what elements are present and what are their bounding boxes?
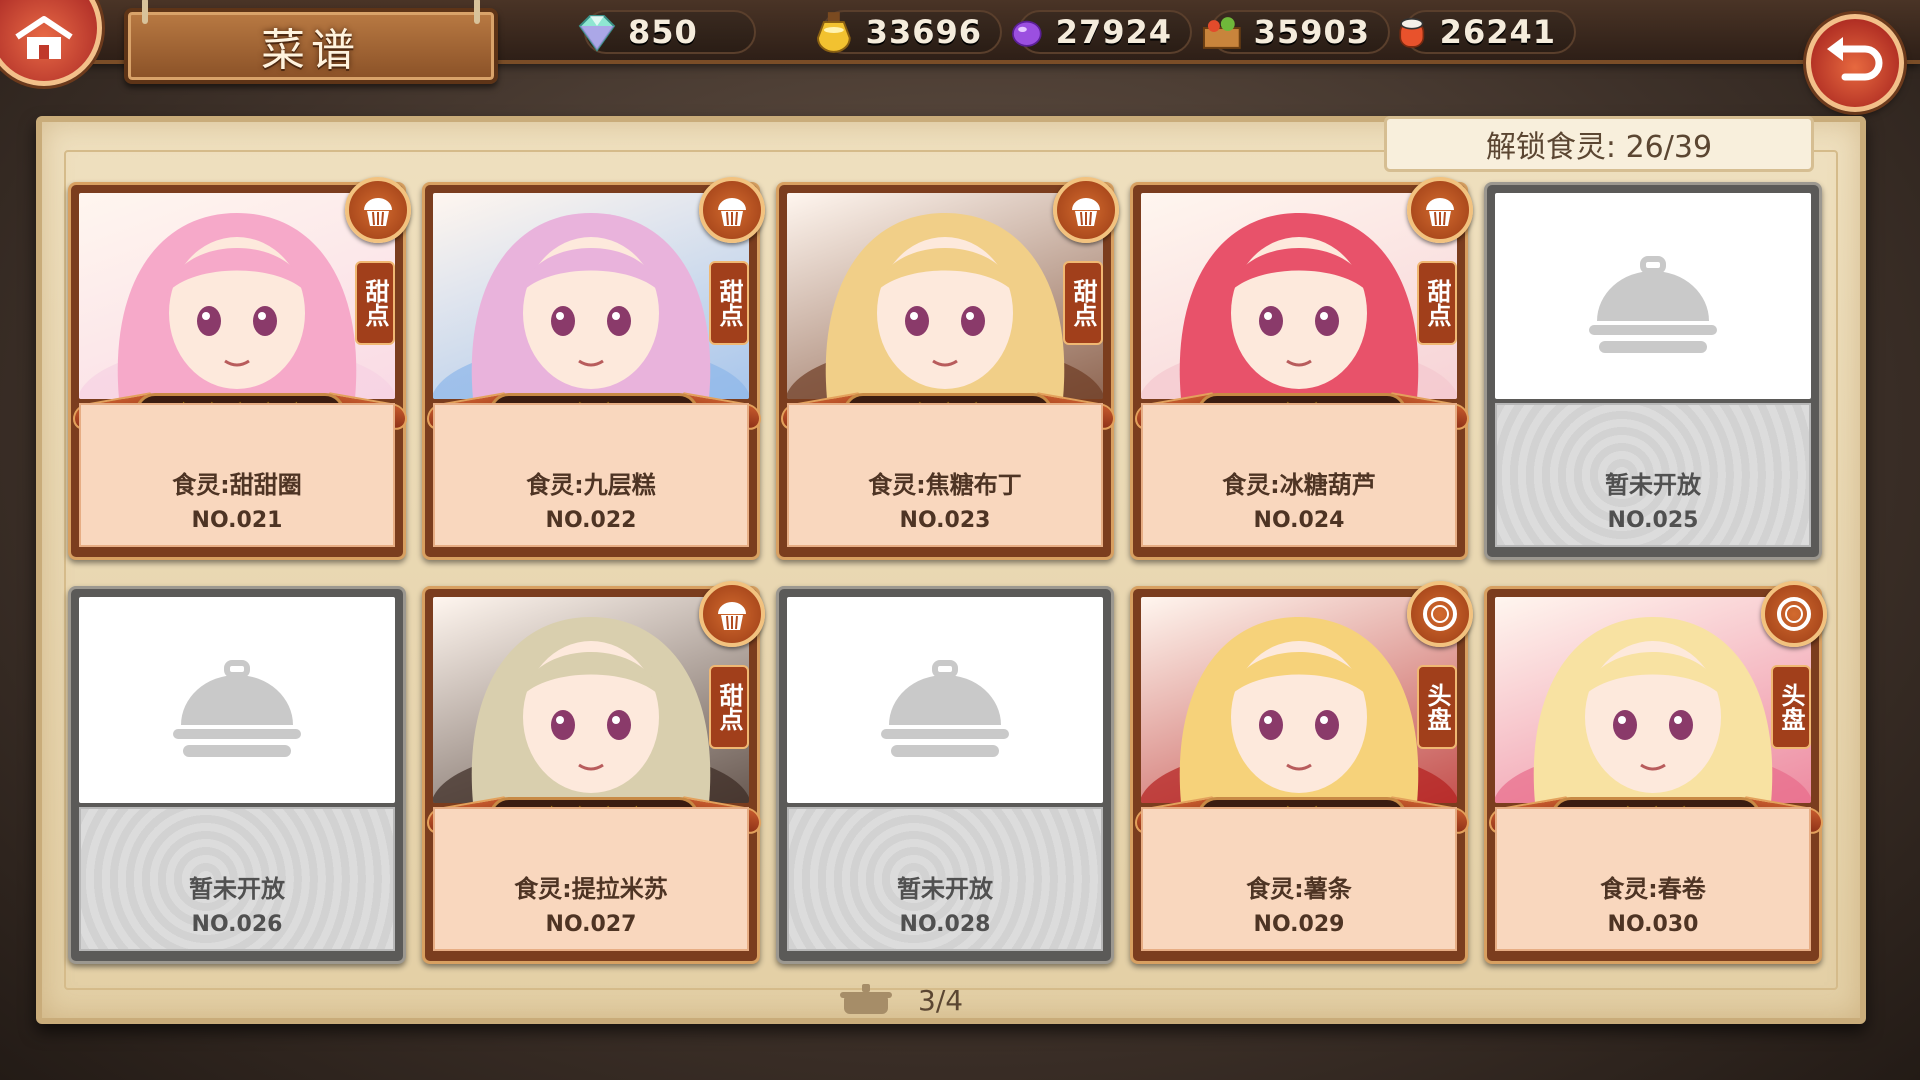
card-info: 食灵:九层糕 NO.022: [433, 403, 749, 547]
locked-portrait: [787, 597, 1103, 803]
card-number: NO.029: [1253, 912, 1345, 937]
category-tag: 甜点: [1417, 261, 1457, 345]
plate-icon: [1761, 581, 1827, 647]
rope-left: [142, 0, 148, 24]
cloche-icon: [881, 660, 1009, 757]
category-label: 头盘: [1777, 683, 1805, 731]
card-info: 暂未开放 NO.026: [79, 807, 395, 951]
card-number: NO.023: [899, 508, 991, 533]
card-info: 食灵:提拉米苏 NO.027: [433, 807, 749, 951]
cupcake-icon: [1053, 177, 1119, 243]
card-info: 食灵:冰糖葫芦 NO.024: [1141, 403, 1457, 547]
category-label: 甜点: [361, 279, 389, 327]
cupcake-icon: [699, 177, 765, 243]
cloche-icon: [173, 660, 301, 757]
category-tag: 甜点: [355, 261, 395, 345]
card-number: NO.021: [191, 508, 283, 533]
potion-bottle-icon: [816, 12, 851, 53]
recipe-card[interactable]: ★★★★甜点食灵:提拉米苏NO.027: [422, 581, 765, 964]
sushi-count: 26241: [1439, 13, 1556, 51]
card-name: 暂未开放: [897, 875, 993, 903]
home-icon: [15, 16, 73, 59]
category-label: 甜点: [715, 683, 743, 731]
unlock-counter-label: 解锁食灵: 26/39: [1485, 130, 1713, 165]
back-button[interactable]: [1806, 14, 1904, 112]
card-number: NO.030: [1607, 912, 1699, 937]
card-info: 食灵:薯条 NO.029: [1141, 807, 1457, 951]
recipe-card-grid: ★★★★★甜点食灵:甜甜圈NO.021★★甜点食灵:九层糕NO.022★★★甜点…: [68, 177, 1827, 964]
card-name: 暂未开放: [1605, 471, 1701, 499]
category-label: 甜点: [715, 279, 743, 327]
cloche-icon: [1589, 256, 1717, 353]
page-number: 3/4: [918, 983, 964, 1017]
recipe-card[interactable]: ★★甜点食灵:九层糕NO.022: [422, 177, 765, 560]
category-tag: 头盘: [1417, 665, 1457, 749]
potion-count: 33696: [865, 13, 982, 51]
diamond-icon: [578, 15, 616, 52]
cupcake-icon: [699, 581, 765, 647]
category-label: 甜点: [1423, 279, 1451, 327]
category-tag: 甜点: [1063, 261, 1103, 345]
card-name: 食灵:春卷: [1600, 875, 1706, 903]
card-info: 食灵:春卷 NO.030: [1495, 807, 1811, 951]
back-arrow-icon: [1827, 37, 1883, 81]
card-name: 食灵:甜甜圈: [172, 471, 302, 499]
page-title-plaque: 菜谱: [124, 0, 498, 84]
card-number: NO.025: [1607, 508, 1699, 533]
crate-count: 35903: [1253, 13, 1370, 51]
plate-icon: [1407, 581, 1473, 647]
card-name: 食灵:焦糖布丁: [868, 471, 1022, 499]
recipe-card[interactable]: 暂未开放 NO.028: [776, 586, 1114, 964]
recipe-card[interactable]: ★★★★★甜点食灵:甜甜圈NO.021: [68, 177, 411, 560]
card-info: 食灵:焦糖布丁 NO.023: [787, 403, 1103, 547]
cupcake-icon: [1407, 177, 1473, 243]
currency-diamond: 850: [578, 10, 756, 54]
rope-right: [474, 0, 480, 24]
card-number: NO.024: [1253, 508, 1345, 533]
card-info: 暂未开放 NO.025: [1495, 403, 1811, 547]
category-tag: 头盘: [1771, 665, 1811, 749]
card-number: NO.026: [191, 912, 283, 937]
gem-count: 27924: [1055, 13, 1172, 51]
card-name: 食灵:薯条: [1246, 875, 1352, 903]
diamond-count: 850: [628, 13, 698, 51]
card-name: 食灵:冰糖葫芦: [1222, 471, 1376, 499]
category-label: 头盘: [1423, 683, 1451, 731]
currency-crate: 35903: [1202, 10, 1390, 54]
currency-gem: 27924: [1012, 10, 1192, 54]
card-name: 暂未开放: [189, 875, 285, 903]
card-info: 暂未开放 NO.028: [787, 807, 1103, 951]
locked-portrait: [79, 597, 395, 803]
recipe-card[interactable]: ★★★头盘食灵:春卷NO.030: [1484, 581, 1827, 964]
recipe-card[interactable]: 暂未开放 NO.026: [68, 586, 406, 964]
card-number: NO.027: [545, 912, 637, 937]
unlock-counter: 解锁食灵: 26/39: [1384, 116, 1814, 172]
page-title: 菜谱: [261, 25, 361, 76]
pot-icon: [840, 984, 892, 1014]
locked-portrait: [1495, 193, 1811, 399]
category-tag: 甜点: [709, 261, 749, 345]
card-info: 食灵:甜甜圈 NO.021: [79, 403, 395, 547]
sushi-roll-icon: [1399, 17, 1425, 48]
recipe-card[interactable]: ★★★甜点食灵:焦糖布丁NO.023: [776, 177, 1119, 560]
page-indicator: 3/4: [836, 978, 1036, 1022]
currency-potion: 33696: [816, 10, 1002, 54]
recipe-card[interactable]: 暂未开放 NO.025: [1484, 182, 1822, 560]
cupcake-icon: [345, 177, 411, 243]
card-number: NO.028: [899, 912, 991, 937]
recipe-card[interactable]: ★★头盘食灵:薯条NO.029: [1130, 581, 1473, 964]
category-label: 甜点: [1069, 279, 1097, 327]
card-name: 食灵:九层糕: [526, 471, 656, 499]
purple-gem-icon: [1012, 20, 1042, 47]
card-number: NO.022: [545, 508, 637, 533]
ingredient-crate-icon: [1202, 17, 1241, 49]
currency-sushi: 26241: [1399, 10, 1576, 54]
card-name: 食灵:提拉米苏: [514, 875, 668, 903]
recipe-card[interactable]: ★★甜点食灵:冰糖葫芦NO.024: [1130, 177, 1473, 560]
category-tag: 甜点: [709, 665, 749, 749]
